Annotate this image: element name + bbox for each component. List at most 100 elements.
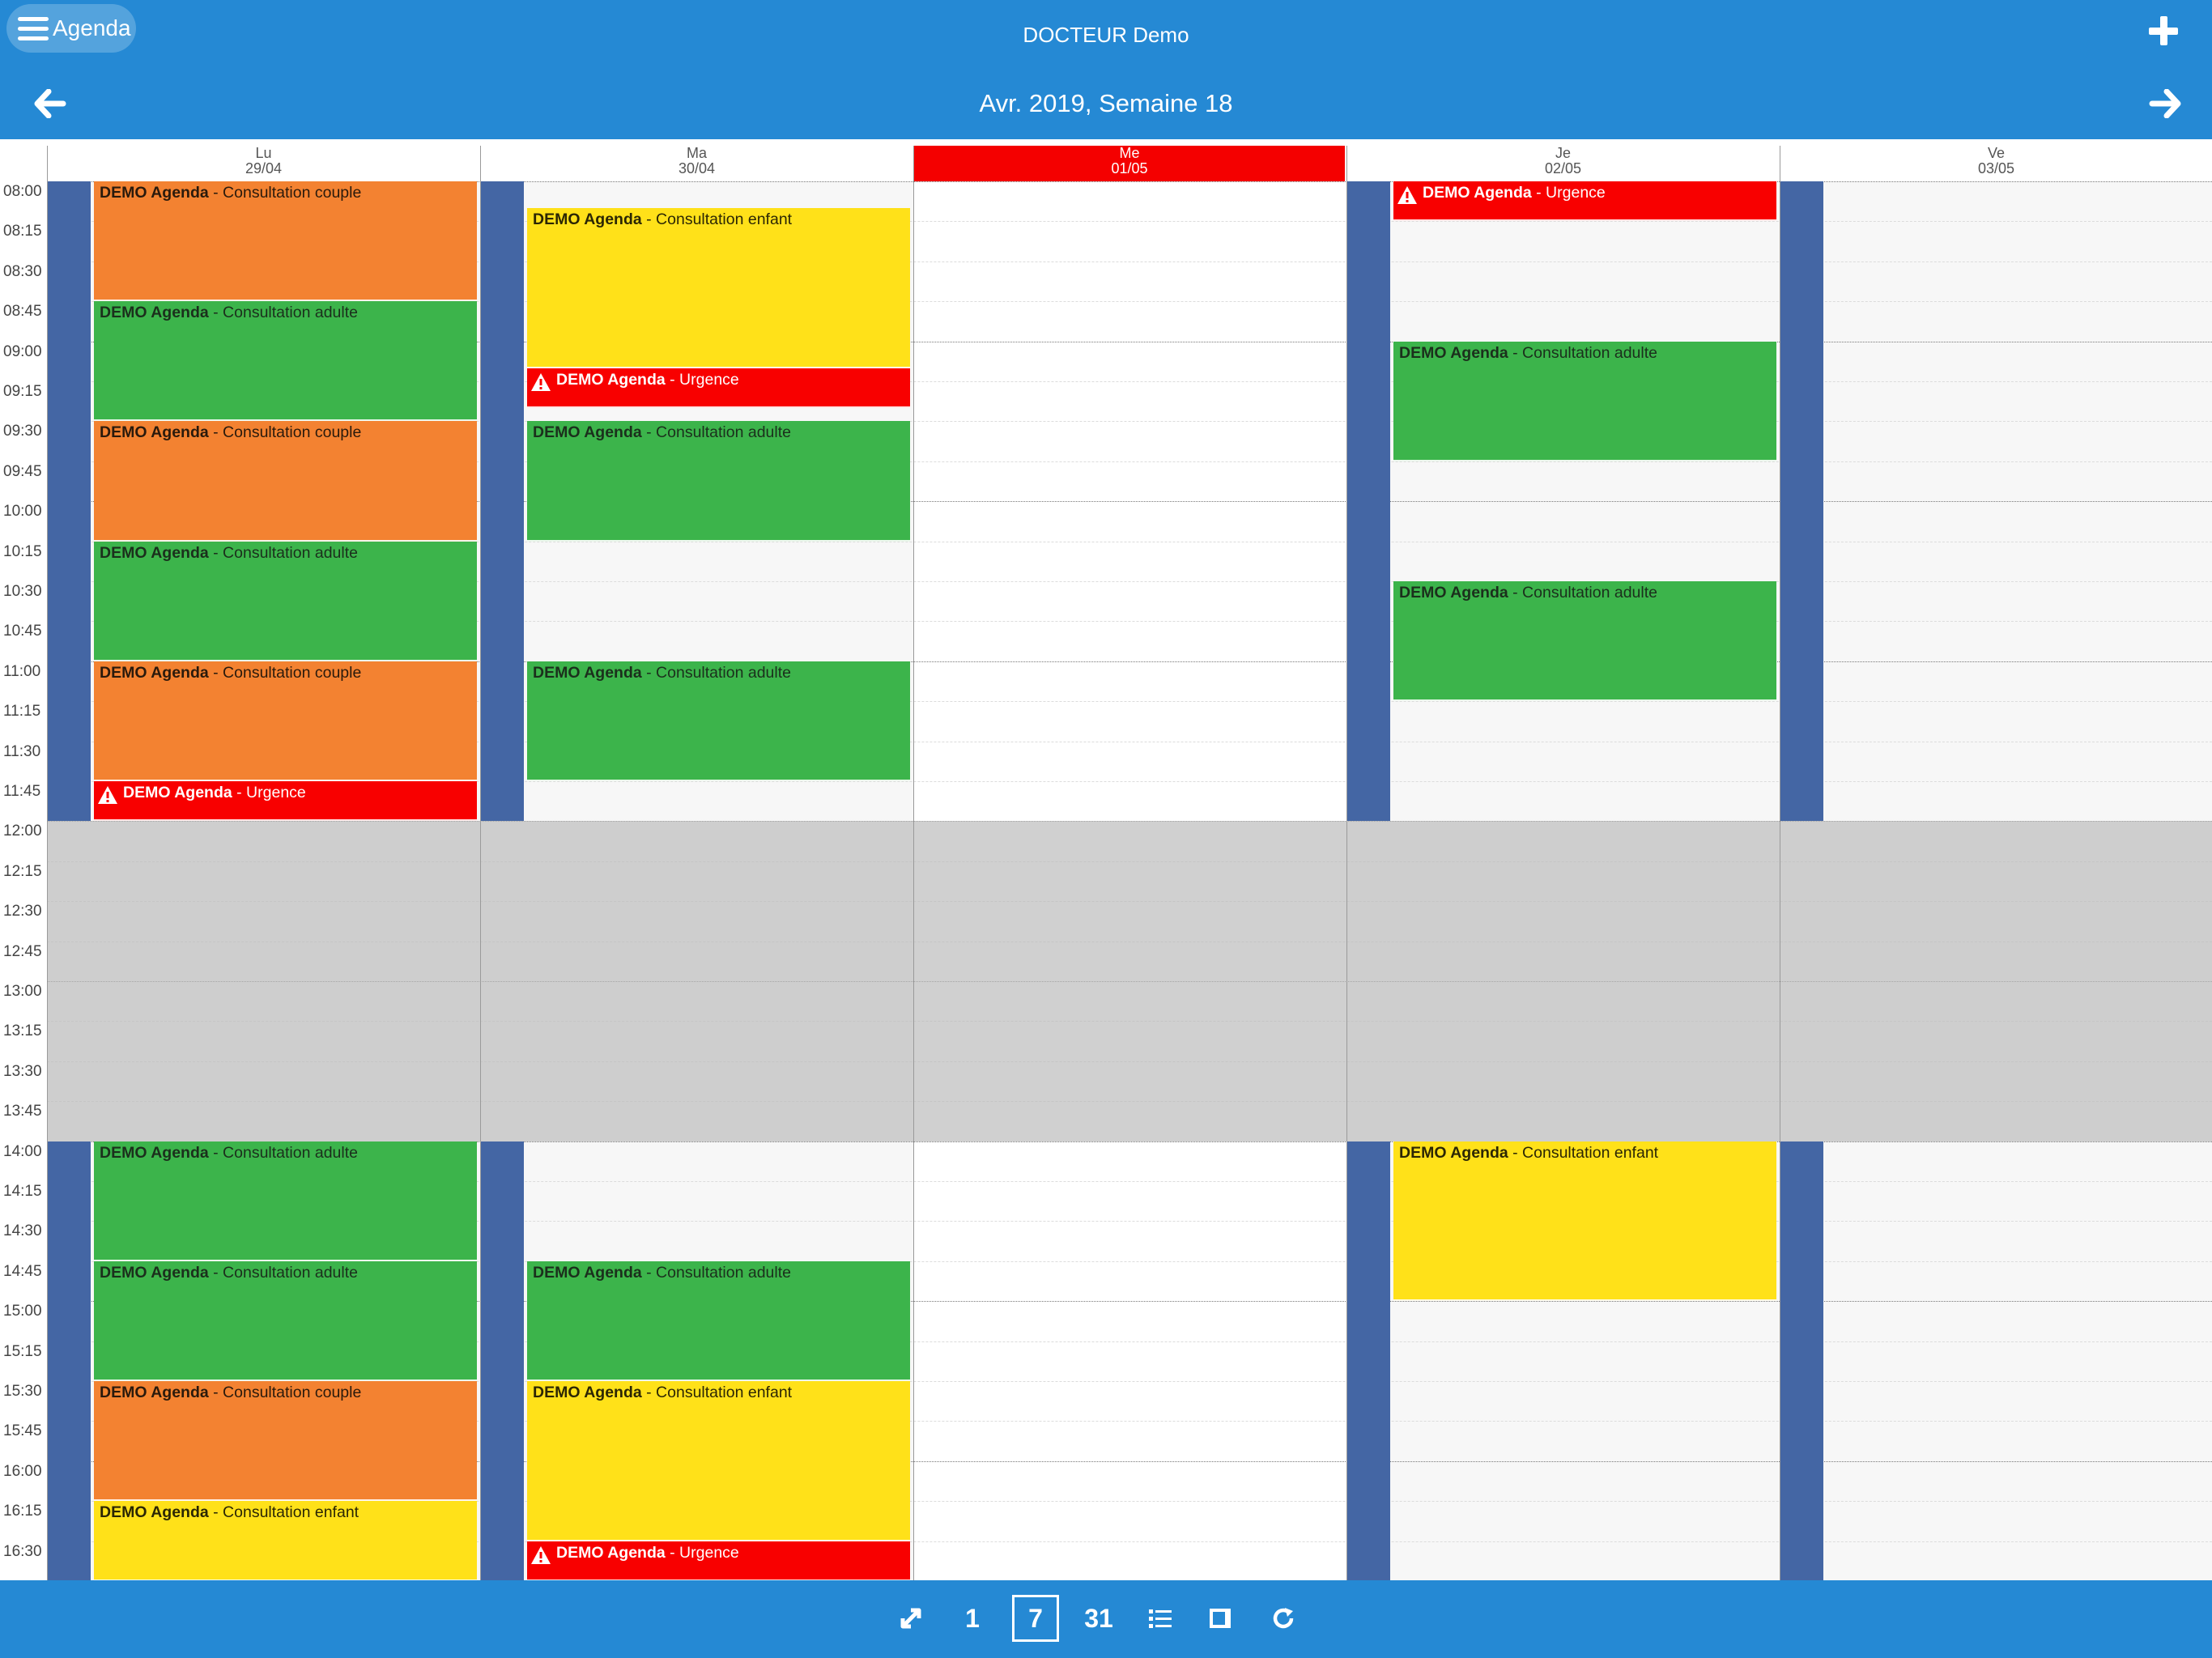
- toolbar-fullscreen-button[interactable]: [887, 1595, 934, 1642]
- toolbar-month-button[interactable]: 31: [1075, 1595, 1122, 1642]
- appointment-separator: -: [232, 784, 247, 801]
- appointment-type: Consultation adulte: [656, 1263, 791, 1282]
- appointment-type: Consultation enfant: [1522, 1143, 1659, 1162]
- time-label: 16:00: [3, 1462, 42, 1480]
- appointment-title: DEMO Agenda: [100, 1263, 209, 1282]
- column-separator: [47, 146, 48, 1580]
- day-abbr: Lu: [255, 145, 272, 161]
- day-header-je[interactable]: Je 02/05: [1346, 146, 1780, 181]
- availability-bar: [47, 181, 91, 822]
- appointment-type: Consultation adulte: [223, 304, 358, 322]
- appointment-title: DEMO Agenda: [556, 1543, 666, 1562]
- appointment-title: DEMO Agenda: [1399, 584, 1508, 602]
- appointment-consultation-couple[interactable]: DEMO Agenda - Consultation couple: [94, 661, 477, 781]
- toolbar-day-button[interactable]: 1: [949, 1595, 996, 1642]
- appointment-consultation-enfant[interactable]: DEMO Agenda - Consultation enfant: [527, 1381, 910, 1541]
- day-date: 01/05: [1111, 160, 1148, 176]
- hamburger-menu-icon: [18, 17, 49, 41]
- appointment-consultation-enfant[interactable]: DEMO Agenda - Consultation enfant: [527, 207, 910, 368]
- availability-bar: [480, 181, 524, 822]
- appointment-title: DEMO Agenda: [100, 1143, 209, 1162]
- appointment-type: Consultation adulte: [223, 1263, 358, 1282]
- appointment-type: Consultation adulte: [223, 1143, 358, 1162]
- day-header-ma[interactable]: Ma 30/04: [480, 146, 913, 181]
- appointment-title: DEMO Agenda: [100, 663, 209, 682]
- time-label: 12:15: [3, 862, 42, 880]
- week-title: Avr. 2019, Semaine 18: [979, 89, 1233, 117]
- appointment-urgence[interactable]: DEMO Agenda - Urgence: [94, 781, 477, 822]
- appointment-consultation-couple[interactable]: DEMO Agenda - Consultation couple: [94, 1381, 477, 1502]
- time-label: 15:45: [3, 1422, 42, 1440]
- appointment-separator: -: [1508, 1143, 1523, 1162]
- appointment-consultation-couple[interactable]: DEMO Agenda - Consultation couple: [94, 421, 477, 542]
- appointment-separator: -: [665, 1543, 680, 1562]
- appointment-consultation-enfant[interactable]: DEMO Agenda - Consultation enfant: [94, 1501, 477, 1580]
- day-header-lu[interactable]: Lu 29/04: [47, 146, 480, 181]
- appointment-type: Consultation adulte: [656, 663, 791, 682]
- toolbar-panel-button[interactable]: [1198, 1595, 1245, 1642]
- appointment-type: Consultation couple: [223, 423, 362, 442]
- add-appointment-button[interactable]: [2147, 15, 2180, 47]
- time-label: 15:00: [3, 1303, 42, 1320]
- doctor-name: DOCTEUR Demo: [1023, 23, 1189, 47]
- warning-icon: [1397, 185, 1418, 206]
- appointment-urgence[interactable]: DEMO Agenda - Urgence: [527, 1541, 910, 1580]
- appointment-separator: -: [1508, 584, 1523, 602]
- day-abbr: Je: [1555, 145, 1571, 161]
- appointment-type: Urgence: [1546, 184, 1606, 202]
- time-label: 15:30: [3, 1383, 42, 1400]
- time-label: 08:30: [3, 262, 42, 280]
- appointment-consultation-adulte[interactable]: DEMO Agenda - Consultation adulte: [527, 421, 910, 542]
- time-label: 12:30: [3, 903, 42, 920]
- appointment-type: Consultation adulte: [1522, 584, 1657, 602]
- time-label: 15:15: [3, 1342, 42, 1360]
- day-abbr: Me: [1119, 145, 1140, 161]
- day-header-ve[interactable]: Ve 03/05: [1780, 146, 2212, 181]
- appointment-separator: -: [1531, 184, 1546, 202]
- appointment-consultation-adulte[interactable]: DEMO Agenda - Consultation adulte: [1393, 341, 1776, 461]
- appointment-type: Consultation couple: [223, 663, 362, 682]
- appointment-title: DEMO Agenda: [100, 1503, 209, 1522]
- appointment-title: DEMO Agenda: [533, 663, 642, 682]
- appointment-consultation-couple[interactable]: DEMO Agenda - Consultation couple: [94, 181, 477, 302]
- appointment-separator: -: [208, 304, 223, 322]
- appointment-consultation-adulte[interactable]: DEMO Agenda - Consultation adulte: [527, 661, 910, 781]
- appointment-urgence[interactable]: DEMO Agenda - Urgence: [527, 368, 910, 408]
- appointment-consultation-adulte[interactable]: DEMO Agenda - Consultation adulte: [527, 1261, 910, 1381]
- toolbar-week-button[interactable]: 7: [1012, 1595, 1059, 1642]
- availability-bar: [1780, 1141, 1823, 1580]
- column-separator: [913, 146, 914, 1580]
- appointment-type: Urgence: [679, 370, 739, 389]
- toolbar-refresh-button[interactable]: [1260, 1595, 1307, 1642]
- appointment-type: Urgence: [679, 1543, 739, 1562]
- appointment-urgence[interactable]: DEMO Agenda - Urgence: [1393, 181, 1776, 222]
- time-label: 10:00: [3, 503, 42, 521]
- time-label: 11:15: [3, 703, 41, 721]
- day-header-me[interactable]: Me 01/05: [914, 146, 1345, 181]
- time-label: 08:15: [3, 223, 42, 240]
- time-label: 13:15: [3, 1022, 42, 1040]
- toolbar-week-label: 7: [1028, 1604, 1043, 1633]
- menu-label: Agenda: [53, 15, 131, 40]
- appointment-separator: -: [641, 1384, 657, 1401]
- availability-bar: [1346, 181, 1390, 822]
- previous-week-button[interactable]: [34, 88, 66, 119]
- appointment-separator: -: [665, 370, 680, 389]
- appointment-consultation-adulte[interactable]: DEMO Agenda - Consultation adulte: [94, 301, 477, 422]
- time-label: 08:45: [3, 303, 42, 321]
- time-label: 16:30: [3, 1542, 42, 1560]
- appointment-title: DEMO Agenda: [533, 1263, 642, 1282]
- appointment-consultation-adulte[interactable]: DEMO Agenda - Consultation adulte: [94, 1141, 477, 1261]
- appointment-consultation-adulte[interactable]: DEMO Agenda - Consultation adulte: [94, 1261, 477, 1381]
- menu-button[interactable]: Agenda: [6, 4, 136, 53]
- time-label: 14:30: [3, 1222, 42, 1240]
- toolbar-list-button[interactable]: [1137, 1595, 1184, 1642]
- time-label: 09:30: [3, 423, 42, 440]
- appointment-consultation-enfant[interactable]: DEMO Agenda - Consultation enfant: [1393, 1141, 1776, 1302]
- day-abbr: Ma: [686, 145, 707, 161]
- time-label: 11:30: [3, 742, 41, 760]
- next-week-button[interactable]: [2149, 88, 2181, 119]
- appointment-consultation-adulte[interactable]: DEMO Agenda - Consultation adulte: [94, 541, 477, 661]
- time-label: 09:15: [3, 383, 42, 400]
- appointment-consultation-adulte[interactable]: DEMO Agenda - Consultation adulte: [1393, 581, 1776, 702]
